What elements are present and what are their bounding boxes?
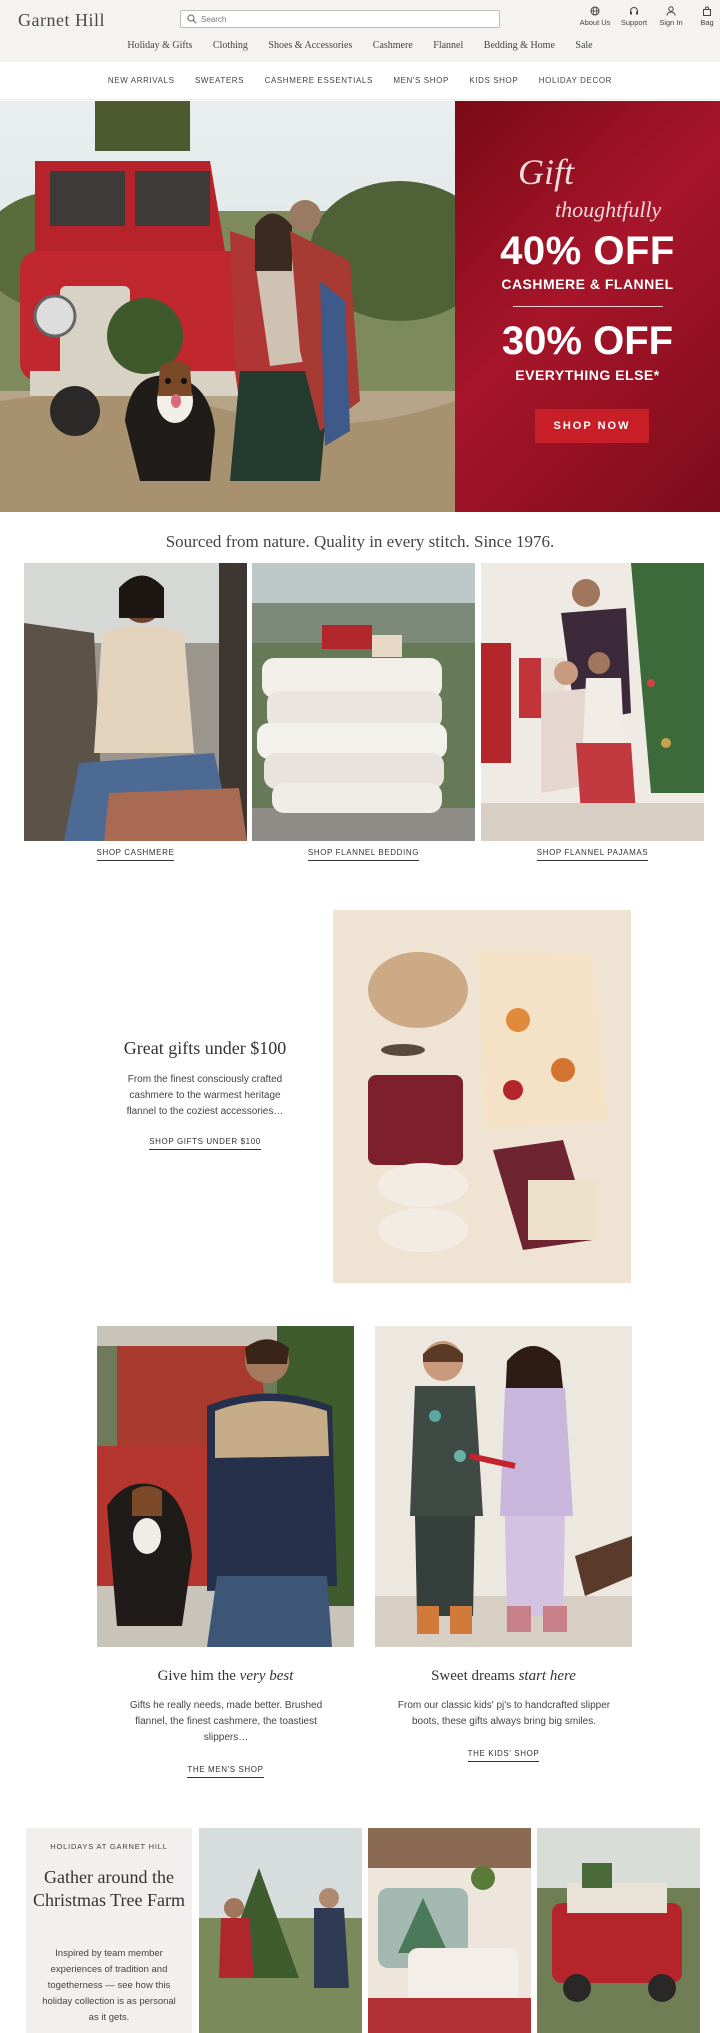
category-tile-cashmere[interactable]	[24, 563, 247, 841]
subnav-mens-shop[interactable]: MEN'S SHOP	[393, 76, 449, 85]
mens-section-body: Gifts he really needs, made better. Brus…	[129, 1700, 323, 1743]
bag-label: Bag	[700, 18, 714, 27]
headset-icon	[630, 7, 638, 15]
mens-shop-image-tile[interactable]	[97, 1326, 354, 1647]
search-box[interactable]	[180, 10, 500, 28]
gifts-under-body: From the finest consciously crafted cash…	[126, 1074, 284, 1117]
bag-icon	[703, 6, 711, 16]
mens-title-plain: Give him the	[157, 1668, 236, 1684]
brand-logo[interactable]: Garnet Hill	[18, 10, 105, 31]
nav-holiday-gifts[interactable]: Holiday & Gifts	[127, 40, 192, 51]
sub-nav: NEW ARRIVALS SWEATERS CASHMERE ESSENTIAL…	[0, 62, 720, 100]
subnav-sweaters[interactable]: SWEATERS	[195, 76, 244, 85]
kids-shop-image-tile[interactable]	[375, 1326, 632, 1647]
tree-farm-body: Inspired by team member experiences of t…	[42, 1948, 176, 2023]
hero-offer-1: 40% OFF	[500, 229, 675, 273]
subnav-holiday-decor[interactable]: HOLIDAY DECOR	[539, 76, 612, 85]
tree-farm-kicker: HOLIDAYS AT GARNET HILL	[50, 1842, 168, 1851]
tree-farm-image-3[interactable]	[537, 1828, 700, 2033]
nav-cashmere[interactable]: Cashmere	[373, 40, 413, 51]
shop-flannel-pajamas-label: SHOP FLANNEL PAJAMAS	[536, 848, 649, 861]
about-us-label: About Us	[579, 18, 611, 27]
mens-shop-label: THE MEN'S SHOP	[187, 1765, 264, 1778]
kids-shop-link[interactable]: THE KIDS' SHOP	[375, 1749, 632, 1762]
couple-tree-image	[199, 1828, 362, 2033]
subnav-new-arrivals[interactable]: NEW ARRIVALS	[108, 76, 175, 85]
hero-offer-2-subtitle: EVERYTHING ELSE*	[515, 367, 660, 383]
tree-farm-image-2[interactable]	[368, 1828, 531, 2033]
kids-title-plain: Sweet dreams	[431, 1668, 515, 1684]
site-header: Garnet Hill About Us Support Sign In Bag…	[0, 0, 720, 62]
cashmere-model-image	[24, 563, 247, 841]
user-icon	[666, 6, 676, 16]
kids-shop-label: THE KIDS' SHOP	[467, 1749, 540, 1762]
shop-gifts-under-link[interactable]: SHOP GIFTS UNDER $100	[90, 1137, 320, 1150]
hero-photo[interactable]	[0, 101, 455, 512]
gifts-flatlay-image	[333, 910, 631, 1283]
main-nav: Holiday & Gifts Clothing Shoes & Accesso…	[0, 40, 720, 51]
shop-now-button[interactable]: SHOP NOW	[535, 409, 649, 443]
mens-title-italic: very best	[239, 1668, 294, 1684]
hero-banner[interactable]: Gift thoughtfully 40% OFF CASHMERE & FLA…	[0, 101, 720, 512]
man-sweater-dog-image	[97, 1326, 354, 1647]
nav-sale[interactable]: Sale	[575, 40, 592, 51]
mens-section-title: Give him the very best	[97, 1668, 354, 1685]
support-label: Support	[620, 18, 648, 27]
search-icon	[187, 14, 197, 24]
flannel-bedding-image	[252, 563, 475, 841]
globe-icon	[590, 6, 600, 16]
shop-gifts-under-label: SHOP GIFTS UNDER $100	[149, 1137, 261, 1150]
category-tile-flannel-pajamas[interactable]	[481, 563, 704, 841]
bag-link[interactable]: Bag	[690, 6, 720, 27]
mens-shop-link[interactable]: THE MEN'S SHOP	[97, 1765, 354, 1778]
kids-section-title: Sweet dreams start here	[375, 1668, 632, 1685]
subnav-cashmere-essentials[interactable]: CASHMERE ESSENTIALS	[265, 76, 373, 85]
nav-clothing[interactable]: Clothing	[213, 40, 248, 51]
gifts-under-image-tile[interactable]	[333, 910, 631, 1283]
hero-image-couple-truck-dog	[0, 101, 455, 512]
hero-offer-1-subtitle: CASHMERE & FLANNEL	[501, 276, 674, 292]
nav-bedding-home[interactable]: Bedding & Home	[484, 40, 555, 51]
kids-title-italic: start here	[518, 1668, 576, 1684]
nav-flannel[interactable]: Flannel	[433, 40, 463, 51]
shop-flannel-bedding-label: SHOP FLANNEL BEDDING	[307, 848, 420, 861]
hero-offer-2: 30% OFF	[501, 319, 674, 363]
shop-cashmere-link[interactable]: SHOP CASHMERE	[24, 848, 247, 861]
shop-flannel-pajamas-link[interactable]: SHOP FLANNEL PAJAMAS	[481, 848, 704, 861]
sign-in-label: Sign In	[659, 18, 683, 27]
tree-farm-card: HOLIDAYS AT GARNET HILL Gather around th…	[26, 1828, 192, 2033]
support-link[interactable]: Support	[616, 6, 652, 27]
shop-cashmere-label: SHOP CASHMERE	[96, 848, 175, 861]
kids-pajamas-image	[375, 1326, 632, 1647]
shop-flannel-bedding-link[interactable]: SHOP FLANNEL BEDDING	[252, 848, 475, 861]
family-pajamas-image	[481, 563, 704, 841]
hero-thoughtfully-word: thoughtfully	[555, 197, 662, 222]
search-input[interactable]	[201, 12, 491, 26]
subnav-kids-shop[interactable]: KIDS SHOP	[469, 76, 518, 85]
category-tile-flannel-bedding[interactable]	[252, 563, 475, 841]
sign-in-link[interactable]: Sign In	[653, 6, 689, 27]
hero-promo-panel: Gift thoughtfully 40% OFF CASHMERE & FLA…	[455, 101, 720, 512]
tree-farm-title: Gather around the Christmas Tree Farm	[32, 1867, 185, 1910]
nav-shoes-accessories[interactable]: Shoes & Accessories	[268, 40, 352, 51]
brand-tagline: Sourced from nature. Quality in every st…	[165, 532, 555, 551]
hero-divider	[513, 306, 663, 307]
gifts-under-title: Great gifts under $100	[123, 1038, 287, 1058]
red-truck-gifts-image	[537, 1828, 700, 2033]
holiday-pillows-image	[368, 1828, 531, 2033]
tree-farm-image-1[interactable]	[199, 1828, 362, 2033]
kids-section-body: From our classic kids' pj's to handcraft…	[397, 1700, 611, 1727]
hero-gift-word: Gift	[518, 152, 575, 192]
about-us-link[interactable]: About Us	[577, 6, 613, 27]
